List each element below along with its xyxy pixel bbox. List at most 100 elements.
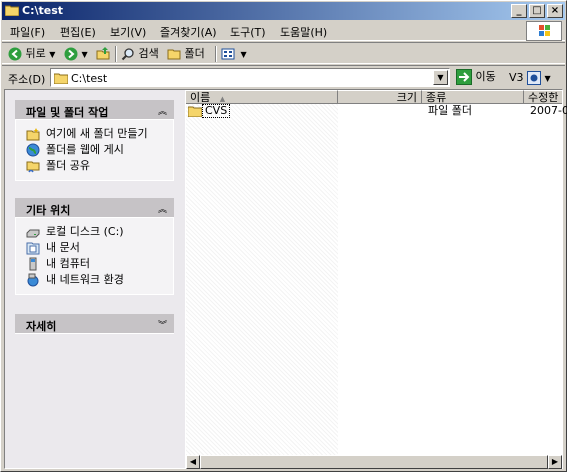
hard-drive-icon (26, 229, 40, 238)
collapse-chevron-icon[interactable]: ︽ (158, 202, 167, 215)
column-header-modified[interactable]: 수정한 날 (524, 90, 562, 104)
column-header-name[interactable]: 이름 ▲ (186, 90, 338, 104)
views-dropdown-icon[interactable]: ▼ (241, 50, 247, 59)
search-label: 검색 (138, 47, 159, 60)
details-header[interactable]: 자세히 ︾ (15, 314, 174, 334)
v3-antivirus-icon (527, 71, 542, 85)
back-arrow-icon (8, 47, 22, 61)
address-bar: 주소(D) C:\test ▼ 이동 V3 ▼ (2, 65, 565, 89)
file-folder-tasks-header[interactable]: 파일 및 폴더 작업 ︽ (15, 100, 174, 120)
file-list[interactable]: 이름 ▲ 크기 종류 수정한 날 CVS 파일 폴더 2007-03 (186, 90, 567, 455)
column-header-size[interactable]: 크기 (338, 90, 422, 104)
panel-title: 자세히 (26, 320, 57, 333)
other-places-body: 로컬 디스크 (C:) 내 문서 내 컴퓨터 내 네트워크 환경 (15, 218, 174, 295)
menu-edit[interactable]: 편집(E) (60, 24, 96, 40)
scroll-right-button[interactable]: ▶ (548, 455, 562, 469)
title-bar[interactable]: C:\test _ □ × (2, 2, 565, 20)
collapse-chevron-icon[interactable]: ︽ (158, 104, 167, 117)
explorer-window: C:\test _ □ × 파일(F) 편집(E) 보기(V) 즐겨찾기(A) … (0, 0, 567, 472)
place-my-computer[interactable]: 내 컴퓨터 (26, 256, 163, 272)
up-folder-icon (96, 47, 110, 60)
folder-icon (54, 73, 68, 84)
window-title: C:\test (22, 4, 64, 17)
menu-tools[interactable]: 도구(T) (230, 24, 266, 40)
back-dropdown-icon[interactable]: ▼ (49, 50, 55, 59)
v3-toolbar-button[interactable]: V3 ▼ (509, 70, 551, 86)
scroll-left-button[interactable]: ◀ (186, 455, 200, 469)
toolbar-separator (115, 46, 117, 62)
column-name-label: 이름 (190, 91, 211, 104)
address-label: 주소(D) (8, 73, 46, 86)
forward-arrow-icon (64, 47, 78, 61)
task-label: 폴더를 웹에 게시 (46, 143, 124, 156)
new-folder-icon (26, 128, 40, 141)
network-places-icon (27, 273, 39, 287)
folders-label: 폴더 (184, 47, 205, 60)
panel-title: 파일 및 폴더 작업 (26, 106, 109, 119)
back-label: 뒤로 (25, 47, 46, 60)
scroll-thumb[interactable] (200, 455, 548, 469)
folders-icon (167, 49, 181, 60)
file-name[interactable]: CVS (202, 104, 231, 118)
maximize-button[interactable]: □ (529, 4, 545, 18)
panel-title: 기타 위치 (26, 204, 71, 217)
details-panel: 자세히 ︾ (15, 314, 174, 334)
file-folder-tasks-panel: 파일 및 폴더 작업 ︽ 여기에 새 폴더 만들기 폴더를 웹에 게시 폴더 공… (15, 100, 174, 181)
task-publish-folder-to-web[interactable]: 폴더를 웹에 게시 (26, 142, 163, 158)
v3-label: V3 (509, 71, 524, 84)
horizontal-scrollbar[interactable]: ◀ ▶ (186, 455, 562, 469)
forward-button[interactable]: ▼ (64, 46, 88, 62)
explorer-client-area: 파일 및 폴더 작업 ︽ 여기에 새 폴더 만들기 폴더를 웹에 게시 폴더 공… (4, 89, 567, 469)
name-column-highlight (186, 104, 338, 455)
task-label: 폴더 공유 (46, 159, 90, 172)
place-my-network[interactable]: 내 네트워크 환경 (26, 272, 163, 288)
file-row[interactable]: CVS 파일 폴더 2007-03 (186, 104, 567, 118)
file-folder-tasks-body: 여기에 새 폴더 만들기 폴더를 웹에 게시 폴더 공유 (15, 120, 174, 181)
shared-folder-icon (26, 161, 40, 173)
menu-view[interactable]: 보기(V) (110, 24, 146, 40)
windows-logo-icon (526, 21, 562, 41)
close-button[interactable]: × (547, 4, 563, 18)
folders-button[interactable]: 폴더 (167, 46, 205, 62)
file-modified: 2007-03 (530, 104, 567, 117)
go-button[interactable]: 이동 (456, 69, 496, 87)
task-make-new-folder[interactable]: 여기에 새 폴더 만들기 (26, 126, 163, 142)
column-header-type[interactable]: 종류 (422, 90, 524, 104)
globe-icon (26, 143, 40, 157)
task-label: 여기에 새 폴더 만들기 (46, 127, 148, 140)
folder-icon (188, 106, 202, 117)
menu-favorites[interactable]: 즐겨찾기(A) (160, 24, 217, 40)
address-input[interactable]: C:\test ▼ (50, 68, 450, 87)
place-my-documents[interactable]: 내 문서 (26, 240, 163, 256)
task-pane: 파일 및 폴더 작업 ︽ 여기에 새 폴더 만들기 폴더를 웹에 게시 폴더 공… (5, 90, 185, 468)
toolbar-separator (215, 46, 217, 62)
sort-ascending-icon: ▲ (219, 95, 226, 103)
my-computer-icon (29, 257, 37, 271)
back-button[interactable]: 뒤로 ▼ (8, 46, 55, 62)
place-label: 내 컴퓨터 (46, 257, 90, 270)
expand-chevron-icon[interactable]: ︾ (158, 318, 167, 331)
column-header-row: 이름 ▲ 크기 종류 수정한 날 (186, 90, 562, 104)
v3-dropdown-icon[interactable]: ▼ (545, 74, 551, 83)
forward-dropdown-icon[interactable]: ▼ (82, 50, 88, 59)
menu-help[interactable]: 도움말(H) (280, 24, 327, 40)
up-folder-button[interactable] (96, 46, 110, 62)
menu-file[interactable]: 파일(F) (10, 24, 45, 40)
task-share-folder[interactable]: 폴더 공유 (26, 158, 163, 174)
search-button[interactable]: 검색 (121, 46, 159, 62)
standard-toolbar: 뒤로 ▼ ▼ 검색 폴더 ▼ (2, 42, 565, 64)
minimize-button[interactable]: _ (511, 4, 527, 18)
file-type: 파일 폴더 (428, 104, 472, 117)
place-local-disk[interactable]: 로컬 디스크 (C:) (26, 224, 163, 240)
place-label: 내 문서 (46, 241, 80, 254)
views-button[interactable]: ▼ (221, 46, 247, 62)
address-value: C:\test (71, 72, 108, 85)
other-places-panel: 기타 위치 ︽ 로컬 디스크 (C:) 내 문서 내 컴퓨터 내 네트워크 환경 (15, 198, 174, 295)
address-dropdown-button[interactable]: ▼ (433, 70, 448, 85)
other-places-header[interactable]: 기타 위치 ︽ (15, 198, 174, 218)
my-documents-icon (26, 242, 40, 255)
go-label: 이동 (475, 70, 496, 83)
views-icon (221, 48, 235, 60)
place-label: 로컬 디스크 (C:) (46, 225, 124, 238)
folder-icon (5, 5, 19, 16)
